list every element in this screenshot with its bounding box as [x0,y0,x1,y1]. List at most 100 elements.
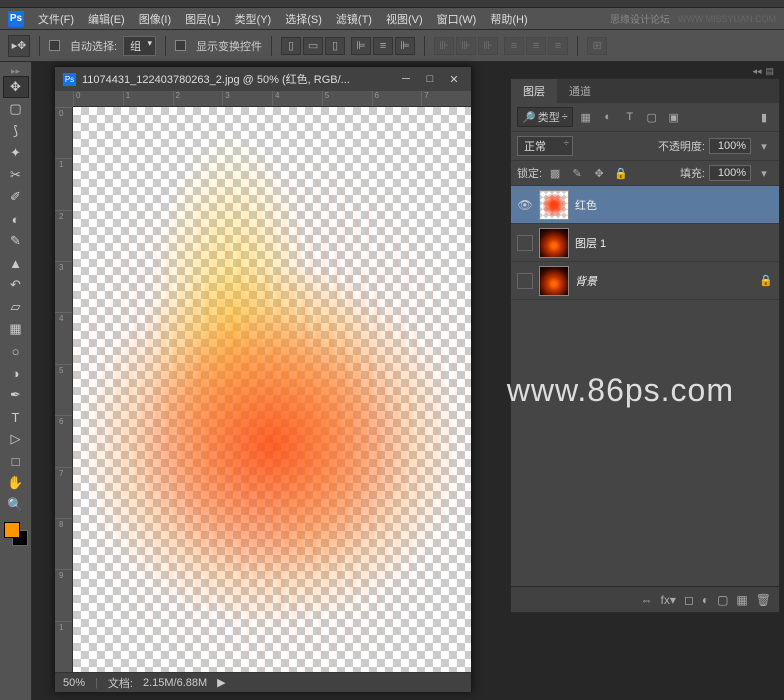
panel-menu-icon[interactable]: ▤ [765,66,774,78]
tab-layers[interactable]: 图层 [511,79,557,103]
move-tool-icon[interactable]: ▸✥ [8,35,30,57]
lock-trans-icon[interactable]: ▩ [546,165,564,181]
visibility-icon[interactable]: 👁 [517,197,533,213]
menu-select[interactable]: 选择(S) [279,9,328,29]
fg-color[interactable] [4,522,20,538]
menu-help[interactable]: 帮助(H) [484,9,533,29]
layer-row[interactable]: 背景 🔒 [511,262,779,300]
chevron-icon[interactable]: ▾ [755,165,773,181]
auto-select-dropdown[interactable]: 组 [123,36,156,56]
layer-name[interactable]: 图层 1 [575,235,606,251]
mask-icon[interactable]: ◻ [684,593,694,607]
align-icon[interactable]: ▯ [325,37,345,55]
filter-type[interactable]: 🔎类型÷ [517,107,573,127]
eraser-tool[interactable]: ▱ [3,296,29,318]
stamp-tool[interactable]: ▲ [3,252,29,274]
blur-tool[interactable]: ○ [3,340,29,362]
dodge-tool[interactable]: ◑ [3,362,29,384]
collapse-icon[interactable]: ▸▸ [3,66,29,76]
3d-icon: ⊞ [587,37,607,55]
menu-file[interactable]: 文件(F) [32,9,80,29]
fx-icon[interactable]: fx▾ [661,593,676,607]
type-tool[interactable]: T [3,406,29,428]
lock-paint-icon[interactable]: ✎ [568,165,586,181]
link-icon[interactable]: ⇔ [641,593,653,607]
fill-input[interactable]: 100% [709,165,751,181]
history-brush-tool[interactable]: ↶ [3,274,29,296]
document-tab[interactable]: Ps 11074431_122403780263_2.jpg @ 50% (红色… [55,67,471,91]
collapse-icon[interactable]: ◂◂ [752,66,761,78]
opacity-input[interactable]: 100% [709,138,751,154]
move-tool[interactable]: ✥ [3,76,29,98]
canvas[interactable] [73,107,471,672]
menu-edit[interactable]: 编辑(E) [82,9,131,29]
marquee-tool[interactable]: ▢ [3,98,29,120]
menu-image[interactable]: 图像(I) [133,9,177,29]
layer-name[interactable]: 背景 [575,273,597,289]
adjustment-icon[interactable]: ◐ [702,593,709,607]
menu-type[interactable]: 类型(Y) [229,9,278,29]
filter-pixel-icon[interactable]: ▦ [577,109,595,125]
zoom-level[interactable]: 50% [63,677,85,689]
close-button[interactable]: ✕ [445,72,463,86]
show-transform-label: 显示变换控件 [196,38,262,54]
chevron-icon[interactable]: ▾ [755,138,773,154]
ruler-vertical: 01234567891 [55,107,73,672]
lock-label: 锁定: [517,165,542,181]
menu-window[interactable]: 窗口(W) [431,9,483,29]
show-transform-checkbox[interactable] [175,40,186,51]
layer-thumbnail[interactable] [539,190,569,220]
filter-toggle[interactable]: ▮ [755,109,773,125]
crop-tool[interactable]: ✂ [3,164,29,186]
align-icon[interactable]: ▯ [281,37,301,55]
zoom-tool[interactable]: 🔍 [3,494,29,516]
align-icon[interactable]: ▭ [303,37,323,55]
maximize-button[interactable]: □ [421,72,439,86]
pen-tool[interactable]: ✒ [3,384,29,406]
blend-mode-select[interactable]: 正常 [517,136,573,156]
align-icon[interactable]: ⊫ [351,37,371,55]
wand-tool[interactable]: ✦ [3,142,29,164]
layer-thumbnail[interactable] [539,228,569,258]
lasso-tool[interactable]: ⟆ [3,120,29,142]
minimize-button[interactable]: ─ [397,72,415,86]
layer-thumbnail[interactable] [539,266,569,296]
layer-row[interactable]: 图层 1 [511,224,779,262]
menu-layer[interactable]: 图层(L) [179,9,226,29]
lock-pos-icon[interactable]: ✥ [590,165,608,181]
doc-icon: Ps [63,73,76,86]
group-icon[interactable]: ▢ [717,593,728,607]
distribute-icon: ⊪ [434,37,454,55]
layers-list: 👁 红色 图层 1 背景 🔒 [511,186,779,336]
layer-name[interactable]: 红色 [575,197,597,213]
color-swatch[interactable] [4,522,28,546]
hand-tool[interactable]: ✋ [3,472,29,494]
document-title: 11074431_122403780263_2.jpg @ 50% (红色, R… [82,71,350,87]
shape-tool[interactable]: □ [3,450,29,472]
lock-icon: 🔒 [759,274,773,287]
menu-view[interactable]: 视图(V) [380,9,429,29]
delete-icon[interactable]: 🗑 [756,593,771,607]
path-tool[interactable]: ▷ [3,428,29,450]
layer-row[interactable]: 👁 红色 [511,186,779,224]
eyedropper-tool[interactable]: ✐ [3,186,29,208]
filter-adjust-icon[interactable]: ◐ [599,109,617,125]
status-menu-icon[interactable]: ▶ [217,676,225,689]
auto-select-checkbox[interactable] [49,40,60,51]
brush-tool[interactable]: ✎ [3,230,29,252]
align-icon[interactable]: ≡ [373,37,393,55]
tab-channels[interactable]: 通道 [557,79,603,103]
lock-all-icon[interactable]: 🔒 [612,165,630,181]
gradient-tool[interactable]: ▦ [3,318,29,340]
align-icon[interactable]: ⊫ [395,37,415,55]
menu-filter[interactable]: 滤镜(T) [330,9,378,29]
filter-type-icon[interactable]: T [621,109,639,125]
new-layer-icon[interactable]: ▦ [736,593,747,607]
filter-shape-icon[interactable]: ▢ [643,109,661,125]
heal-tool[interactable]: ◐ [3,208,29,230]
visibility-toggle[interactable] [517,273,533,289]
visibility-toggle[interactable] [517,235,533,251]
toolbox: ▸▸ ✥ ▢ ⟆ ✦ ✂ ✐ ◐ ✎ ▲ ↶ ▱ ▦ ○ ◑ ✒ T ▷ □ ✋… [0,62,32,700]
filter-smart-icon[interactable]: ▣ [665,109,683,125]
distribute-icon: ≡ [548,37,568,55]
